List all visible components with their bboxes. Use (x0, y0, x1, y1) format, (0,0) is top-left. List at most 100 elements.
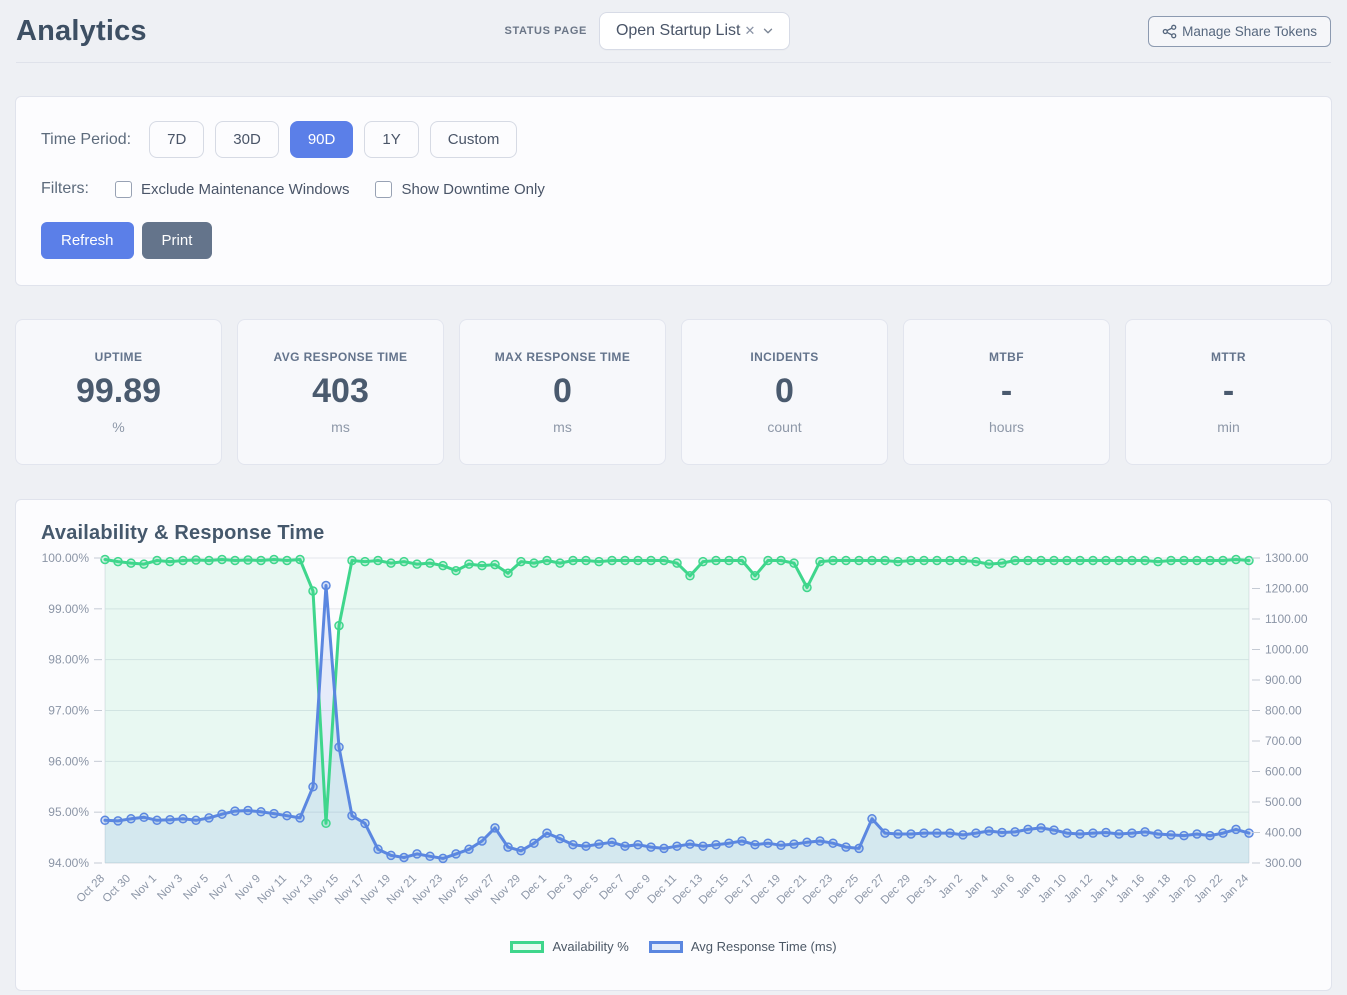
svg-text:Dec 1: Dec 1 (519, 873, 549, 903)
chart-title: Availability & Response Time (41, 522, 1331, 545)
stat-unit: ms (553, 419, 572, 435)
legend-item-availability[interactable]: Availability % (510, 939, 628, 954)
svg-text:500.00: 500.00 (1265, 795, 1302, 809)
stat-label: INCIDENTS (750, 350, 818, 364)
stat-card-mtbf: MTBF - hours (903, 319, 1110, 465)
svg-text:800.00: 800.00 (1265, 704, 1302, 718)
svg-text:1100.00: 1100.00 (1265, 612, 1308, 626)
stat-value: 403 (312, 372, 369, 411)
svg-text:100.00%: 100.00% (42, 551, 90, 565)
svg-text:Dec 5: Dec 5 (571, 873, 601, 903)
svg-text:1300.00: 1300.00 (1265, 551, 1309, 565)
filters-label: Filters: (41, 180, 89, 198)
svg-text:Nov 29: Nov 29 (489, 873, 523, 907)
svg-text:99.00%: 99.00% (48, 602, 89, 616)
stat-label: MTBF (989, 350, 1024, 364)
manage-share-tokens-label: Manage Share Tokens (1182, 24, 1317, 39)
svg-text:97.00%: 97.00% (48, 704, 89, 718)
svg-text:Nov 3: Nov 3 (155, 873, 185, 903)
svg-text:900.00: 900.00 (1265, 673, 1302, 687)
stat-card-incidents: INCIDENTS 0 count (681, 319, 888, 465)
stat-label: MTTR (1211, 350, 1246, 364)
svg-text:Jan 4: Jan 4 (963, 872, 992, 901)
legend-label: Avg Response Time (ms) (691, 939, 837, 954)
header: Analytics STATUS PAGE Open Startup List … (0, 0, 1347, 60)
response-time-legend-swatch (649, 941, 683, 953)
stat-label: MAX RESPONSE TIME (495, 350, 630, 364)
time-period-label: Time Period: (41, 131, 131, 149)
svg-text:Oct 28: Oct 28 (75, 873, 107, 905)
legend-label: Availability % (552, 939, 628, 954)
chevron-down-icon (761, 24, 775, 38)
status-page-selector: STATUS PAGE Open Startup List ✕ (505, 12, 791, 50)
svg-text:Jan 24: Jan 24 (1218, 872, 1251, 905)
filter-panel: Time Period: 7D 30D 90D 1Y Custom Filter… (15, 96, 1332, 286)
stat-unit: count (767, 419, 801, 435)
svg-text:1200.00: 1200.00 (1265, 582, 1309, 596)
svg-text:600.00: 600.00 (1265, 765, 1302, 779)
svg-text:1000.00: 1000.00 (1265, 643, 1309, 657)
svg-text:Dec 31: Dec 31 (905, 873, 939, 907)
svg-text:Jan 12: Jan 12 (1062, 873, 1095, 906)
stat-value: - (1223, 372, 1234, 411)
svg-text:Nov 5: Nov 5 (181, 873, 211, 903)
stat-unit: min (1217, 419, 1240, 435)
stat-value: 0 (553, 372, 572, 411)
svg-text:96.00%: 96.00% (48, 754, 89, 768)
status-page-label: STATUS PAGE (505, 25, 587, 37)
period-button-90d[interactable]: 90D (290, 121, 354, 158)
svg-text:Nov 7: Nov 7 (207, 873, 237, 903)
availability-response-chart[interactable]: 100.00% 99.00% 98.00% 97.00% 96.00% 95.00% 94.… (16, 547, 1331, 939)
svg-text:Jan 10: Jan 10 (1036, 873, 1069, 906)
stat-label: AVG RESPONSE TIME (274, 350, 408, 364)
analytics-page: Analytics STATUS PAGE Open Startup List … (0, 0, 1347, 995)
svg-text:Jan 22: Jan 22 (1192, 873, 1225, 906)
svg-text:95.00%: 95.00% (48, 805, 89, 819)
stat-card-avg-response: AVG RESPONSE TIME 403 ms (237, 319, 444, 465)
svg-text:Oct 30: Oct 30 (101, 873, 133, 905)
exclude-maintenance-checkbox-item: Exclude Maintenance Windows (115, 181, 349, 198)
stat-card-max-response: MAX RESPONSE TIME 0 ms (459, 319, 666, 465)
print-button[interactable]: Print (142, 222, 213, 259)
svg-text:Jan 18: Jan 18 (1140, 873, 1173, 906)
header-divider (16, 62, 1331, 63)
share-icon (1162, 24, 1177, 39)
stat-unit: % (112, 419, 124, 435)
svg-text:Nov 1: Nov 1 (129, 873, 159, 903)
svg-text:98.00%: 98.00% (48, 653, 89, 667)
period-button-7d[interactable]: 7D (149, 121, 204, 158)
svg-text:94.00%: 94.00% (48, 856, 89, 870)
svg-text:Dec 7: Dec 7 (597, 873, 627, 903)
manage-share-tokens-button[interactable]: Manage Share Tokens (1148, 16, 1331, 47)
show-downtime-checkbox[interactable] (375, 181, 392, 198)
show-downtime-checkbox-item: Show Downtime Only (375, 181, 544, 198)
chart-legend: Availability % Avg Response Time (ms) (16, 939, 1331, 954)
page-title: Analytics (16, 15, 147, 48)
svg-text:400.00: 400.00 (1265, 826, 1302, 840)
stats-row: UPTIME 99.89 % AVG RESPONSE TIME 403 ms … (15, 319, 1332, 465)
chart-panel: Availability & Response Time 100.00% 99.0… (15, 499, 1332, 991)
stat-value: 0 (775, 372, 794, 411)
stat-unit: ms (331, 419, 350, 435)
period-button-1y[interactable]: 1Y (364, 121, 418, 158)
stat-card-mttr: MTTR - min (1125, 319, 1332, 465)
refresh-button[interactable]: Refresh (41, 222, 134, 259)
clear-selection-icon[interactable]: ✕ (744, 23, 755, 39)
svg-text:Jan 6: Jan 6 (989, 873, 1017, 901)
status-page-selected-value: Open Startup List (616, 22, 741, 40)
status-page-select[interactable]: Open Startup List ✕ (599, 12, 790, 50)
legend-item-response-time[interactable]: Avg Response Time (ms) (649, 939, 837, 954)
exclude-maintenance-label: Exclude Maintenance Windows (141, 181, 349, 198)
svg-text:Jan 2: Jan 2 (937, 873, 965, 901)
stat-unit: hours (989, 419, 1024, 435)
stat-label: UPTIME (95, 350, 143, 364)
svg-text:300.00: 300.00 (1265, 856, 1302, 870)
svg-text:Jan 20: Jan 20 (1166, 873, 1199, 906)
stat-value: - (1001, 372, 1012, 411)
exclude-maintenance-checkbox[interactable] (115, 181, 132, 198)
stat-value: 99.89 (76, 372, 161, 411)
period-button-30d[interactable]: 30D (215, 121, 279, 158)
availability-legend-swatch (510, 941, 544, 953)
svg-text:Dec 3: Dec 3 (545, 873, 575, 903)
period-button-custom[interactable]: Custom (430, 121, 518, 158)
